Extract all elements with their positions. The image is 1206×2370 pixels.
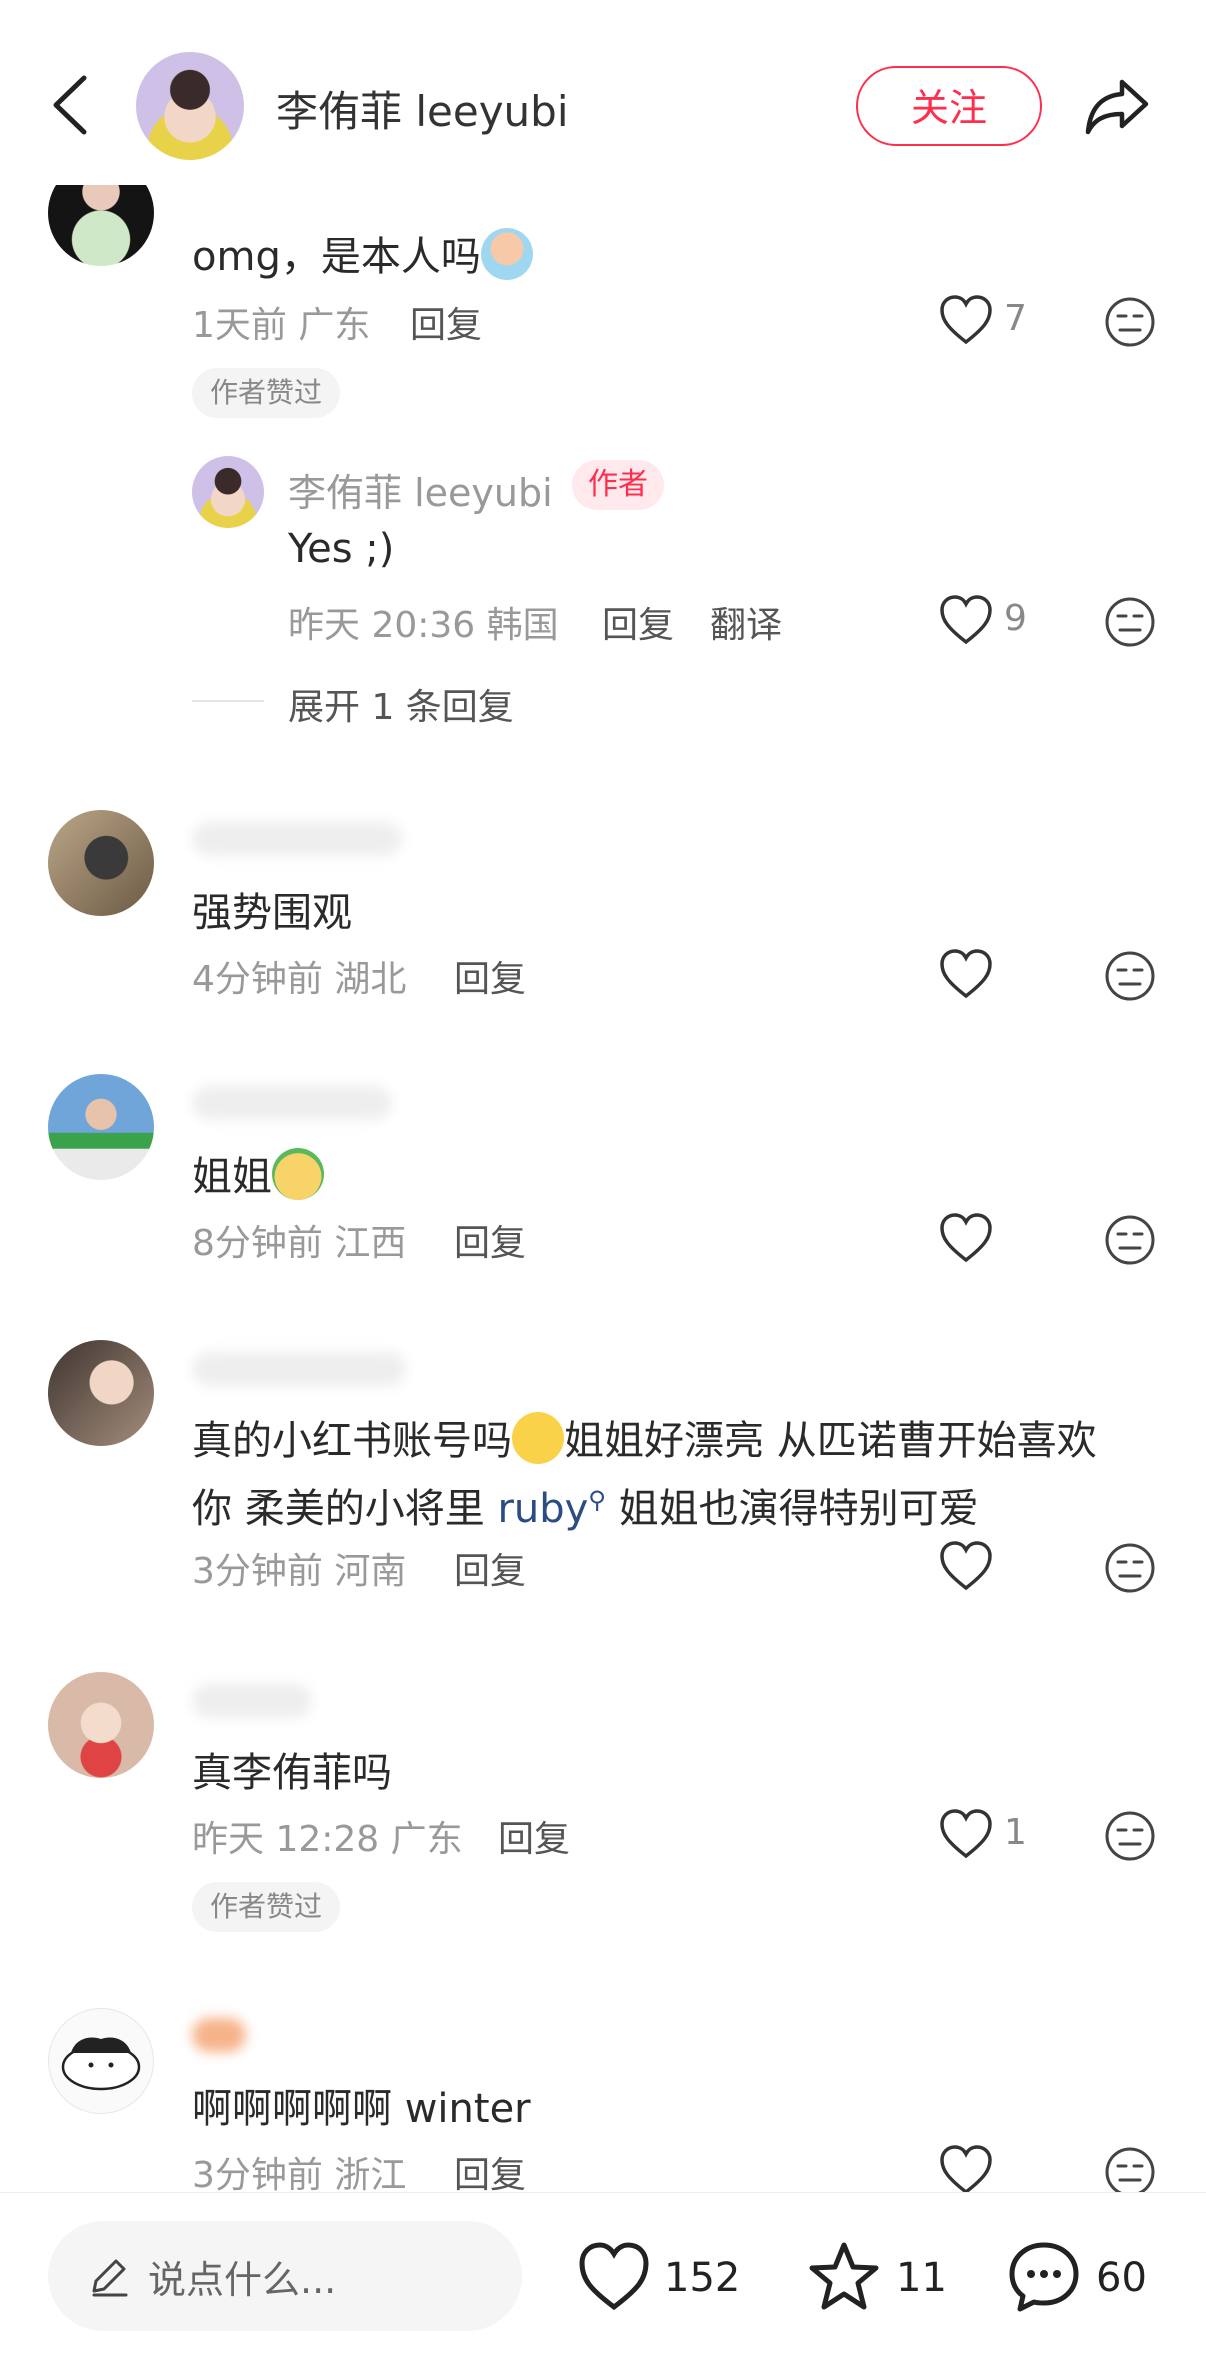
heart-icon[interactable] [576,2239,652,2315]
commenter-avatar[interactable] [48,1340,154,1446]
author-liked-badge: 作者赞过 [192,368,341,418]
translate-button[interactable]: 翻译 [710,596,782,648]
blurred-username [192,2018,246,2052]
blurred-username [192,1684,312,1718]
reply-meta: 昨天 20:36 韩国 [288,605,559,646]
comment-input[interactable]: 说点什么... [48,2221,522,2331]
like-count: 9 [1004,598,1027,639]
comment-text: omg，是本人吗 [192,224,533,282]
blurred-username [192,1352,406,1386]
divider [192,700,264,702]
comment-text-line-2: 你 柔美的小将里 ruby⚲ 姐姐也演得特别可爱 [192,1486,979,1532]
reply-button[interactable]: 回复 [498,1810,570,1862]
comment-meta: 1天前 广东 [192,305,371,346]
bottom-action-bar: 说点什么... 152 11 60 [0,2192,1206,2370]
comment-text: 姐姐 [192,1144,324,1202]
meh-face-icon[interactable] [1104,2146,1156,2198]
meh-face-icon[interactable] [1104,950,1156,1002]
like-count: 7 [1004,298,1027,339]
reply-button[interactable]: 回复 [602,596,674,648]
crying-emoji-icon [480,228,533,280]
pleading-face-emoji-icon [512,1412,564,1464]
top-nav-bar: 李侑菲 leeyubi 关注 [0,0,1206,185]
comment-meta: 3分钟前 河南 [192,1551,407,1592]
heart-icon[interactable] [938,2144,994,2196]
post-comment-count: 60 [1096,2255,1147,2301]
heart-icon[interactable] [938,948,994,1000]
heart-icon[interactable] [938,294,994,346]
like-count: 1 [1004,1812,1027,1853]
reply-button[interactable]: 回复 [454,1542,526,1594]
post-star-count: 11 [896,2255,947,2301]
search-icon: ⚲ [588,1486,606,1514]
heart-icon[interactable] [938,1540,994,1592]
topic-mention-link[interactable]: ruby⚲ [497,1486,605,1532]
meh-face-icon[interactable] [1104,1810,1156,1862]
comment-text-line-1: 真的小红书账号吗 姐姐好漂亮 从匹诺曹开始喜欢 [192,1408,1097,1466]
heart-icon[interactable] [938,1212,994,1264]
commenter-avatar[interactable] [48,810,154,916]
heart-icon[interactable] [938,1808,994,1860]
comment-meta: 3分钟前 浙江 [192,2155,407,2196]
reply-button[interactable]: 回复 [410,296,482,348]
author-liked-badge: 作者赞过 [192,1882,341,1932]
heart-icon[interactable] [938,594,994,646]
reply-button[interactable]: 回复 [454,1214,526,1266]
comment-input-placeholder: 说点什么... [148,2258,337,2302]
back-arrow-icon[interactable] [42,70,102,140]
meh-face-icon[interactable] [1104,596,1156,648]
author-name[interactable]: 李侑菲 leeyubi [276,78,569,139]
blurred-username [192,822,402,856]
comment-meta: 昨天 12:28 广东 [192,1819,463,1860]
comment-meta: 4分钟前 湖北 [192,959,407,1000]
meh-face-icon[interactable] [1104,1542,1156,1594]
cartoon-seal-icon [61,2037,141,2091]
commenter-avatar[interactable] [48,2008,154,2114]
expand-replies-button[interactable]: 展开 1 条回复 [288,678,514,730]
post-like-count: 152 [664,2255,741,2301]
author-avatar[interactable] [136,52,244,160]
commenter-avatar[interactable] [48,1672,154,1778]
pear-face-emoji-icon [272,1148,324,1200]
author-avatar-small[interactable] [192,456,264,528]
comment-text: 啊啊啊啊啊 winter [192,2086,531,2132]
blurred-username [192,1086,392,1120]
meh-face-icon[interactable] [1104,1214,1156,1266]
pencil-icon [92,2259,128,2297]
comment-bubble-icon[interactable] [1006,2239,1082,2315]
reply-button[interactable]: 回复 [454,950,526,1002]
follow-button[interactable]: 关注 [856,66,1042,146]
comment-meta: 8分钟前 江西 [192,1223,407,1264]
comment-text: 强势围观 [192,890,352,936]
comment-text: 真李侑菲吗 [192,1750,392,1796]
author-tag: 作者 [572,460,664,510]
meh-face-icon[interactable] [1104,296,1156,348]
commenter-avatar[interactable] [48,1074,154,1180]
reply-username[interactable]: 李侑菲 leeyubi [288,462,553,517]
share-icon[interactable] [1082,70,1152,140]
reply-text: Yes ;) [288,526,395,572]
reply-button[interactable]: 回复 [454,2146,526,2198]
star-icon[interactable] [806,2239,882,2315]
